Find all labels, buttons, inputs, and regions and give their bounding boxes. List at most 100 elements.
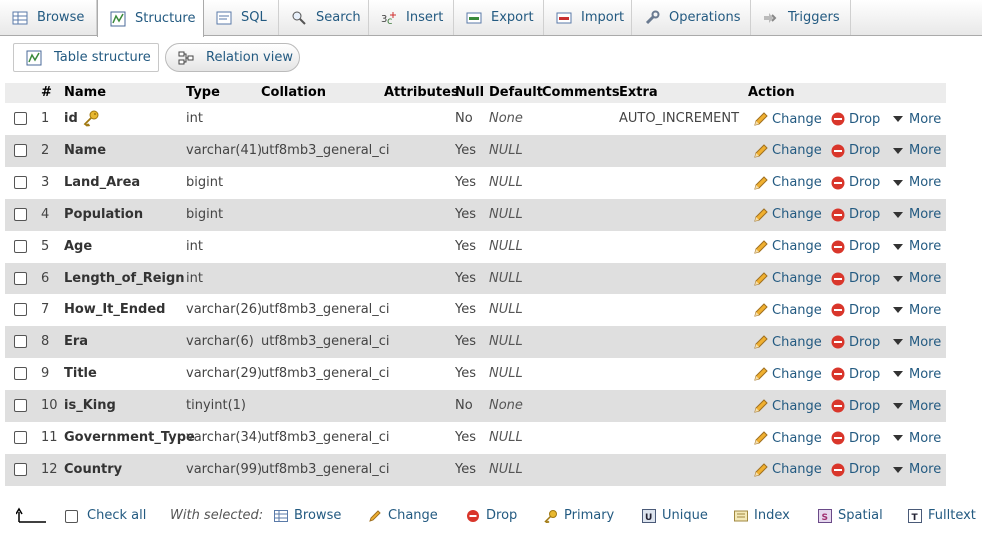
row-checkbox[interactable] — [14, 271, 27, 285]
row-checkbox[interactable] — [14, 462, 27, 476]
row-checkbox[interactable] — [14, 239, 27, 253]
change-button[interactable]: Change — [753, 430, 822, 446]
drop-button[interactable]: Drop — [830, 366, 880, 382]
bulk-spatial-button[interactable]: S Spatial — [818, 508, 883, 523]
more-button[interactable]: More — [890, 302, 941, 318]
drop-button[interactable]: Drop — [830, 111, 880, 127]
change-button[interactable]: Change — [753, 111, 822, 127]
tab-label: Import — [581, 10, 625, 25]
row-checkbox[interactable] — [14, 112, 27, 125]
row-checkbox[interactable] — [14, 143, 27, 157]
drop-label: Drop — [849, 271, 881, 286]
change-label: Change — [772, 239, 822, 255]
change-button[interactable]: Change — [753, 175, 822, 191]
tab-sql[interactable]: SQL — [204, 0, 279, 35]
drop-button[interactable]: Drop — [830, 207, 880, 223]
more-button[interactable]: More — [890, 207, 941, 223]
column-extra: AUTO_INCREMENT — [619, 111, 740, 126]
drop-button[interactable]: Drop — [830, 271, 880, 287]
pencil-icon — [753, 271, 769, 287]
column-name: id — [64, 111, 78, 126]
check-all-label[interactable]: Check all — [87, 508, 146, 523]
tab-label: Structure — [135, 11, 196, 26]
more-button[interactable]: More — [890, 239, 941, 255]
bulk-fulltext-button[interactable]: T Fulltext — [908, 508, 976, 523]
pencil-icon — [753, 334, 769, 350]
bulk-primary-button[interactable]: Primary — [544, 508, 614, 523]
header-type: Type — [186, 85, 220, 100]
bulk-index-button[interactable]: Index — [734, 508, 790, 523]
change-button[interactable]: Change — [753, 366, 822, 382]
drop-button[interactable]: Drop — [830, 239, 880, 255]
column-default: NULL — [489, 270, 523, 286]
drop-button[interactable]: Drop — [830, 334, 880, 350]
drop-button[interactable]: Drop — [830, 175, 880, 191]
change-button[interactable]: Change — [753, 302, 822, 318]
column-default: NULL — [489, 174, 523, 190]
table-structure-icon — [26, 50, 42, 66]
column-number: 3 — [41, 174, 50, 190]
bulk-unique-button[interactable]: U Unique — [642, 508, 708, 523]
change-label: Change — [772, 366, 822, 382]
check-all-checkbox[interactable] — [65, 510, 78, 523]
tab-triggers[interactable]: Triggers — [751, 0, 851, 35]
change-button[interactable]: Change — [753, 207, 822, 223]
table-row: 10 is_King tinyint(1) No None Change Drop More — [5, 390, 946, 423]
table-structure-button[interactable]: Table structure — [13, 43, 159, 72]
relation-view-button[interactable]: Relation view — [165, 43, 300, 72]
change-button[interactable]: Change — [753, 398, 822, 414]
index-icon — [734, 509, 748, 523]
more-button[interactable]: More — [890, 143, 941, 159]
tab-structure[interactable]: Structure — [97, 0, 204, 37]
bulk-change-button[interactable]: Change — [368, 508, 438, 523]
more-button[interactable]: More — [890, 398, 941, 414]
row-checkbox[interactable] — [14, 335, 27, 349]
drop-button[interactable]: Drop — [830, 302, 880, 318]
drop-button[interactable]: Drop — [830, 462, 880, 478]
row-checkbox[interactable] — [14, 431, 27, 444]
bulk-drop-button[interactable]: Drop — [466, 508, 517, 523]
more-button[interactable]: More — [890, 111, 941, 127]
column-name: Era — [64, 334, 89, 350]
column-collation: utf8mb3_general_ci — [261, 430, 390, 445]
more-label: More — [909, 175, 942, 191]
header-name[interactable]: Name — [64, 85, 106, 100]
change-button[interactable]: Change — [753, 462, 822, 478]
row-checkbox[interactable] — [14, 175, 27, 189]
column-name: How_It_Ended — [64, 302, 166, 318]
more-button[interactable]: More — [890, 271, 941, 287]
drop-label: Drop — [849, 334, 881, 350]
more-label: More — [909, 398, 942, 414]
tab-label: Insert — [406, 10, 444, 25]
row-checkbox[interactable] — [14, 399, 27, 413]
more-button[interactable]: More — [890, 430, 941, 446]
change-button[interactable]: Change — [753, 271, 822, 287]
more-label: More — [909, 334, 942, 350]
drop-icon — [830, 271, 846, 287]
change-button[interactable]: Change — [753, 143, 822, 159]
tab-search[interactable]: Search — [279, 0, 369, 35]
tab-export[interactable]: Export — [454, 0, 544, 35]
tab-operations[interactable]: Operations — [632, 0, 751, 35]
more-button[interactable]: More — [890, 366, 941, 382]
tab-insert[interactable]: 3c Insert — [369, 0, 454, 35]
more-button[interactable]: More — [890, 462, 941, 478]
column-name: Government_Type — [64, 430, 195, 445]
row-checkbox[interactable] — [14, 367, 27, 381]
drop-button[interactable]: Drop — [830, 143, 880, 159]
change-button[interactable]: Change — [753, 334, 822, 350]
column-null: Yes — [455, 430, 476, 445]
change-label: Change — [772, 462, 822, 478]
tab-import[interactable]: Import — [544, 0, 632, 35]
drop-button[interactable]: Drop — [830, 430, 880, 446]
bulk-browse-button[interactable]: Browse — [274, 508, 341, 523]
drop-button[interactable]: Drop — [830, 398, 880, 414]
row-checkbox[interactable] — [14, 303, 27, 317]
change-button[interactable]: Change — [753, 239, 822, 255]
column-name: Length_of_Reign — [64, 270, 185, 286]
row-checkbox[interactable] — [14, 207, 27, 221]
more-button[interactable]: More — [890, 334, 941, 350]
more-button[interactable]: More — [890, 175, 941, 191]
chevron-down-icon — [890, 334, 906, 350]
tab-browse[interactable]: Browse — [0, 0, 97, 35]
